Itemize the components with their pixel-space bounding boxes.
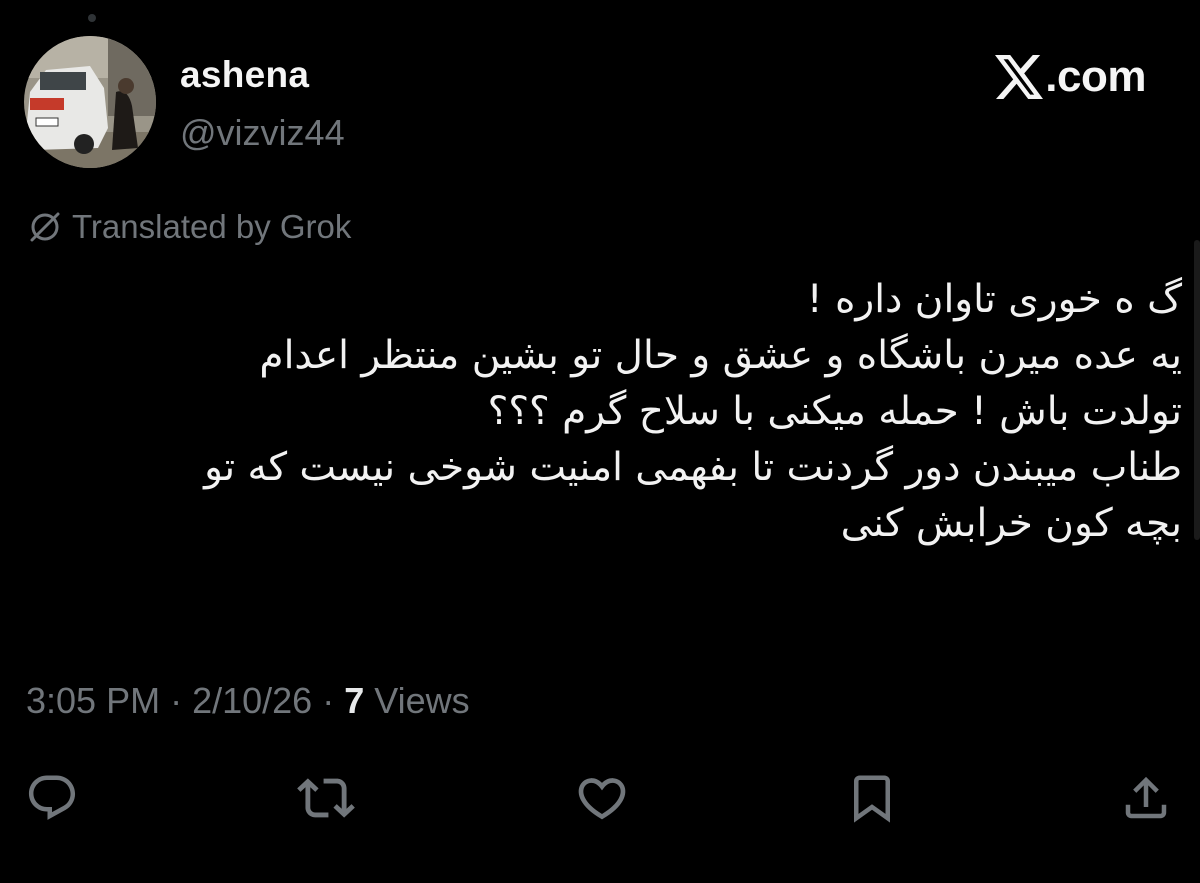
heart-icon: [578, 778, 626, 820]
bookmark-button[interactable]: [842, 768, 902, 828]
share-icon: [1125, 776, 1167, 819]
translation-notice-text: Translated by Grok: [72, 208, 352, 245]
tweet-time[interactable]: 3:05 PM: [26, 680, 160, 721]
tweet-text: گ ه خوری تاوان داره ! یه عده میرن باشگاه…: [20, 272, 1182, 552]
x-logo-icon: [995, 55, 1044, 99]
display-name[interactable]: ashena: [180, 54, 309, 96]
like-button[interactable]: [572, 768, 632, 828]
meta-separator: ·: [160, 680, 193, 721]
views-label[interactable]: Views: [364, 680, 469, 721]
user-handle[interactable]: @vizviz44: [180, 112, 345, 154]
meta-separator: ·: [312, 680, 345, 721]
tweet-line: یه عده میرن باشگاه و عشق و حال تو بشین م…: [259, 333, 1182, 378]
tweet-line: طناب میبندن دور گردنت تا بفهمی امنیت شوخ…: [204, 445, 1182, 490]
translate-globe-icon: [30, 212, 60, 242]
repost-button[interactable]: [296, 768, 356, 828]
translation-notice[interactable]: Translated by Grok: [28, 208, 351, 246]
brand-text: .com: [1045, 52, 1146, 101]
views-count[interactable]: 7: [344, 680, 364, 721]
top-indicator: [88, 14, 96, 22]
tweet-line: تولدت باش ! حمله میکنی با سلاح گرم ؟؟؟: [487, 389, 1182, 434]
reply-button[interactable]: [22, 768, 82, 828]
tweet-meta: 3:05 PM · 2/10/26 · 7 Views: [26, 680, 470, 722]
reply-icon: [28, 775, 76, 820]
action-bar: [0, 768, 1200, 828]
brand-watermark: .com: [995, 52, 1146, 102]
tweet-line: بچه کون خرابش کنی: [840, 501, 1182, 546]
avatar[interactable]: [24, 36, 156, 168]
share-button[interactable]: [1116, 768, 1176, 828]
repost-icon: [297, 778, 355, 818]
tweet-date[interactable]: 2/10/26: [192, 680, 312, 721]
avatar-photo: [24, 36, 156, 168]
scrollbar[interactable]: [1194, 240, 1200, 540]
tweet-line: گ ه خوری تاوان داره !: [806, 277, 1182, 322]
bookmark-icon: [854, 775, 890, 823]
